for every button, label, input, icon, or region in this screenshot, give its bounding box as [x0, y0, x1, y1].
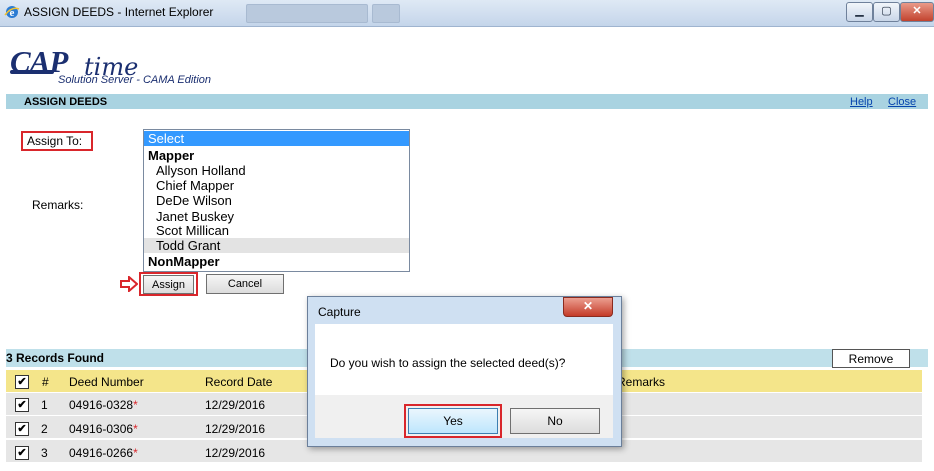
- column-header-number: #: [42, 375, 49, 389]
- blurred-tab[interactable]: [246, 4, 368, 23]
- select-all-checkbox[interactable]: ✔: [15, 375, 29, 389]
- option-dede-wilson[interactable]: DeDe Wilson: [144, 193, 409, 208]
- page-title: ASSIGN DEEDS: [24, 96, 108, 108]
- option-scot-millican[interactable]: Scot Millican: [144, 223, 409, 238]
- records-found-count: 3 Records Found: [6, 351, 105, 365]
- option-janet-buskey[interactable]: Janet Buskey: [144, 209, 409, 224]
- row-number: 3: [41, 446, 48, 460]
- deed-number[interactable]: 04916-0306*: [69, 422, 138, 436]
- option-group-nonmapper: NonMapper: [148, 254, 220, 269]
- window-title: ASSIGN DEEDS - Internet Explorer: [24, 5, 214, 19]
- cancel-button[interactable]: Cancel: [206, 274, 284, 294]
- row-checkbox[interactable]: ✔: [15, 422, 29, 436]
- close-link[interactable]: Close: [888, 96, 916, 108]
- assign-to-label: Assign To:: [27, 134, 83, 148]
- option-allyson-holland[interactable]: Allyson Holland: [144, 163, 409, 178]
- dialog-title: Capture: [318, 305, 361, 319]
- deed-number[interactable]: 04916-0266*: [69, 446, 138, 460]
- logo-subtitle: Solution Server - CAMA Edition: [58, 74, 212, 86]
- column-header-remarks[interactable]: Remarks: [617, 375, 665, 389]
- row-number: 2: [41, 422, 48, 436]
- assign-to-listbox[interactable]: Select Mapper Allyson Holland Chief Mapp…: [143, 129, 410, 272]
- yes-button[interactable]: Yes: [408, 408, 498, 434]
- option-select[interactable]: Select: [144, 131, 409, 146]
- no-button[interactable]: No: [510, 408, 600, 434]
- dialog-close-button[interactable]: ✕: [563, 297, 613, 317]
- arrow-right-icon: [120, 276, 138, 292]
- blurred-tab-button[interactable]: [372, 4, 400, 23]
- remove-button[interactable]: Remove: [832, 349, 910, 368]
- internet-explorer-icon: e: [4, 6, 20, 19]
- dialog-message: Do you wish to assign the selected deed(…: [330, 356, 566, 370]
- option-todd-grant[interactable]: Todd Grant: [144, 238, 409, 253]
- row-number: 1: [41, 398, 48, 412]
- logo-swoosh: [10, 70, 54, 74]
- minimize-button[interactable]: ▁: [846, 2, 873, 22]
- page-header-bar: [6, 94, 928, 109]
- row-checkbox[interactable]: ✔: [15, 398, 29, 412]
- maximize-button[interactable]: ▢: [873, 2, 900, 22]
- option-group-mapper: Mapper: [148, 148, 195, 163]
- assign-button[interactable]: Assign: [143, 275, 194, 294]
- remarks-label: Remarks:: [32, 198, 84, 212]
- deed-number[interactable]: 04916-0328*: [69, 398, 138, 412]
- help-link[interactable]: Help: [850, 96, 873, 108]
- row-checkbox[interactable]: ✔: [15, 446, 29, 460]
- record-date: 12/29/2016: [205, 446, 266, 460]
- option-chief-mapper[interactable]: Chief Mapper: [144, 178, 409, 193]
- column-header-deed-number[interactable]: Deed Number: [69, 375, 144, 389]
- record-date: 12/29/2016: [205, 398, 266, 412]
- column-header-record-date[interactable]: Record Date: [205, 375, 272, 389]
- window-close-button[interactable]: ✕: [900, 2, 934, 22]
- record-date: 12/29/2016: [205, 422, 266, 436]
